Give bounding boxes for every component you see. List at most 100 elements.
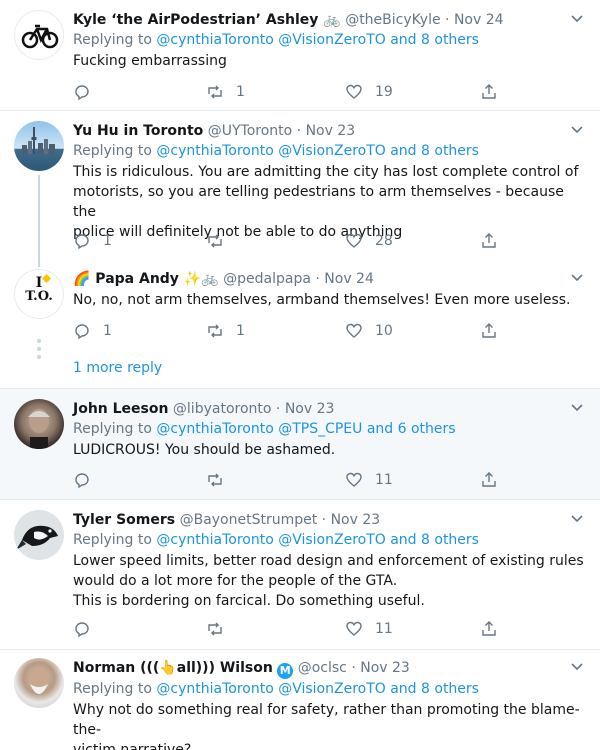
city-skyline-icon [22,127,55,154]
tweet-header: John Leeson @libyatoronto · Nov 23 [73,399,586,419]
chevron-down-icon[interactable] [570,512,584,526]
user-handle[interactable]: @pedalpapa [223,271,311,287]
tweet-text: This is ridiculous. You are admitting th… [73,164,579,240]
share-icon [482,233,496,248]
share-button[interactable] [480,619,498,639]
avatar[interactable] [14,510,64,560]
share-icon [482,84,496,99]
avatar[interactable] [14,658,64,708]
retweet-button[interactable]: 1 [206,82,245,102]
tweet-date[interactable]: Nov 23 [331,512,381,528]
tweet[interactable]: Tyler Somers @BayonetStrumpet · Nov 23 R… [0,500,600,650]
reply-button[interactable]: 1 [73,321,112,341]
reply-icon [75,234,89,250]
retweet-button[interactable] [206,470,236,490]
display-name[interactable]: 🌈 Papa Andy ✨🚲 [73,271,219,287]
replying-to-label: Replying to [73,681,152,697]
more-replies-link[interactable]: 1 more reply [73,360,162,376]
display-name[interactable]: Tyler Somers [73,512,175,528]
avatar[interactable] [14,121,64,171]
retweet-button[interactable]: 1 [206,321,245,341]
tweet-date[interactable]: Nov 24 [324,271,374,287]
tweet-header: Tyler Somers @BayonetStrumpet · Nov 23 [73,510,586,530]
like-button[interactable]: 11 [345,619,393,639]
avatar[interactable]: I T.O. [14,269,64,319]
chevron-down-icon[interactable] [570,12,584,26]
replying-to-link[interactable]: @cynthiaToronto @TPS_CPEU and 6 others [156,421,455,437]
chevron-down-icon[interactable] [570,271,584,285]
tweet[interactable]: John Leeson @libyatoronto · Nov 23 Reply… [0,389,600,500]
reply-button[interactable] [73,619,103,639]
tweet-date[interactable]: Nov 24 [454,12,504,28]
separator-dot: · [275,401,281,417]
replying-to-link[interactable]: @cynthiaToronto @VisionZeroTO and 8 othe… [156,681,479,697]
display-name[interactable]: Norman (((👆all))) Wilson [73,660,273,676]
user-handle[interactable]: @oclsc [298,660,347,676]
avatar[interactable] [14,399,64,449]
replying-to-label: Replying to [73,32,152,48]
replying-to-label: Replying to [73,532,152,548]
tweet-date[interactable]: Nov 23 [306,123,356,139]
replying-to: Replying to @cynthiaToronto @VisionZeroT… [73,30,586,51]
tweet-actions: 1 19 [73,82,503,102]
retweet-button[interactable] [206,231,236,251]
share-button[interactable] [480,470,498,490]
share-button[interactable] [480,321,498,341]
tweet-date[interactable]: Nov 23 [360,660,410,676]
retweet-icon [208,622,222,636]
reply-icon [75,473,89,489]
thread-line [38,175,40,261]
avatar[interactable] [14,10,64,60]
retweet-icon [208,473,222,487]
retweet-icon [208,85,222,99]
avatar-sign-letter: I [35,275,43,291]
display-name[interactable]: Kyle ‘the AirPodestrian’ Ashley 🚲 [73,12,341,28]
tweet[interactable]: Kyle ‘the AirPodestrian’ Ashley 🚲 @theBi… [0,0,600,111]
tweet-header: Yu Hu in Toronto @UYToronto · Nov 23 [73,121,586,141]
user-handle[interactable]: @theBicyKyle [345,12,440,28]
tweet-actions: 1 1 10 [73,321,503,341]
replying-to-link[interactable]: @cynthiaToronto @VisionZeroTO and 8 othe… [156,32,479,48]
chevron-down-icon[interactable] [570,401,584,415]
like-button[interactable]: 10 [345,321,393,341]
tweet-actions: 11 [73,470,503,490]
display-name[interactable]: John Leeson [73,401,168,417]
user-handle[interactable]: @UYToronto [208,123,292,139]
tweet[interactable]: Yu Hu in Toronto @UYToronto · Nov 23 Rep… [0,111,600,261]
replying-to-link[interactable]: @cynthiaToronto @VisionZeroTO and 8 othe… [156,143,479,159]
separator-dot: · [315,271,320,287]
tweet-date[interactable]: Nov 23 [285,401,335,417]
like-count: 19 [375,84,393,100]
display-name[interactable]: Yu Hu in Toronto [73,123,203,139]
like-count: 28 [375,233,393,249]
chevron-down-icon[interactable] [570,123,584,137]
tweet[interactable]: Norman (((👆all))) Wilson M @oclsc · Nov … [0,650,600,750]
tweet-header: Norman (((👆all))) Wilson M @oclsc · Nov … [73,658,586,679]
like-button[interactable]: 28 [345,231,393,251]
retweet-button[interactable] [206,619,236,639]
avatar-sign-text: T.O. [25,289,53,304]
tweet-text: No, no, not arm themselves, armband them… [73,292,571,308]
reply-button[interactable] [73,82,103,102]
reply-button[interactable]: 1 [73,231,112,251]
warning-sign-icon [42,274,51,283]
share-button[interactable] [480,82,498,102]
reply-icon [75,622,89,638]
reply-button[interactable] [73,470,103,490]
like-count: 10 [375,323,393,339]
user-handle[interactable]: @libyatoronto [173,401,272,417]
chevron-down-icon[interactable] [570,660,584,674]
tweet[interactable]: I T.O. 🌈 Papa Andy ✨🚲 @pedalpapa · Nov 2… [0,261,600,389]
like-button[interactable]: 19 [345,82,393,102]
tweet-text: Lower speed limits, better road design a… [73,553,584,609]
replying-to-label: Replying to [73,421,152,437]
user-handle[interactable]: @BayonetStrumpet [180,512,318,528]
replying-to: Replying to @cynthiaToronto @VisionZeroT… [73,141,586,162]
replying-to-link[interactable]: @cynthiaToronto @VisionZeroTO and 8 othe… [156,532,479,548]
verified-badge-icon: M [277,663,294,679]
tweet-text: Why not do something real for safety, ra… [73,702,580,750]
like-button[interactable]: 11 [345,470,393,490]
replying-to: Replying to @cynthiaToronto @TPS_CPEU an… [73,419,586,440]
share-button[interactable] [480,231,498,251]
tweet-text: LUDICROUS! You should be ashamed. [73,442,336,458]
